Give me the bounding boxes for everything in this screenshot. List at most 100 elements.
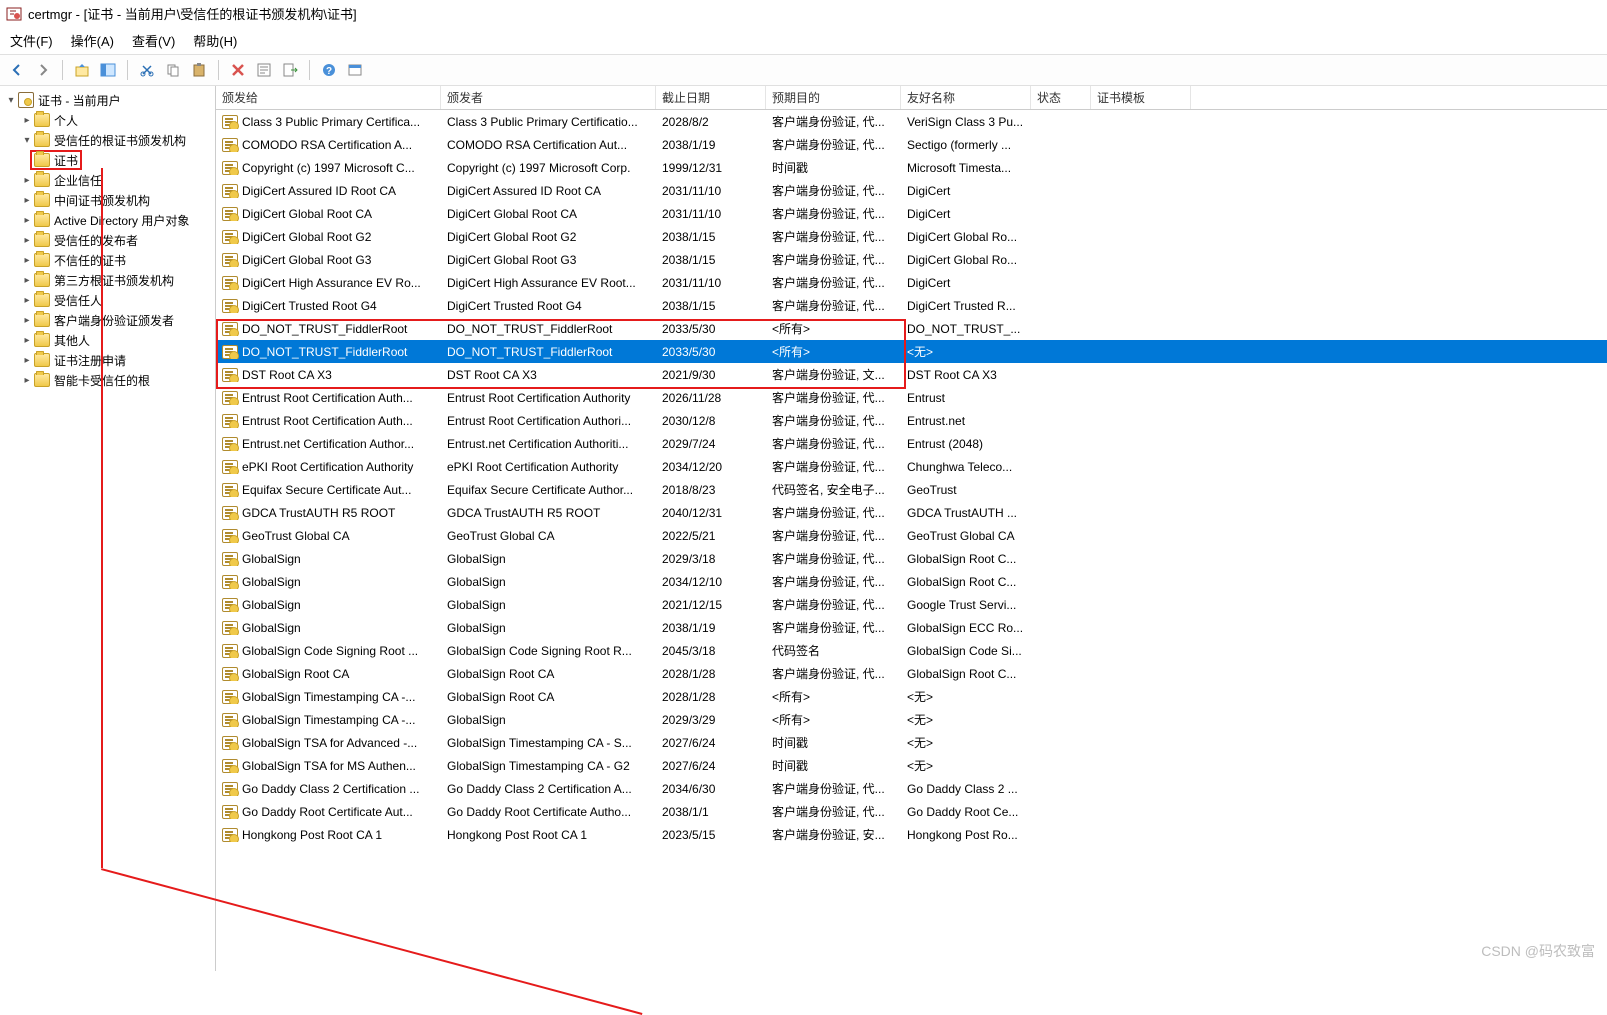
tree-item[interactable]: ▾ 受信任的根证书颁发机构	[0, 130, 215, 150]
tree-item[interactable]: ▸受信任人	[0, 290, 215, 310]
table-row[interactable]: DigiCert High Assurance EV Ro...DigiCert…	[216, 271, 1607, 294]
cut-button[interactable]	[136, 59, 158, 81]
tree-item[interactable]: ▾证书 - 当前用户	[0, 90, 215, 110]
tree-item[interactable]: ▸受信任的发布者	[0, 230, 215, 250]
tree-twisty[interactable]: ▸	[20, 315, 34, 326]
table-row[interactable]: Go Daddy Root Certificate Aut...Go Daddy…	[216, 800, 1607, 823]
cell: GlobalSign Root CA	[441, 690, 656, 704]
tree-item[interactable]: ▸个人	[0, 110, 215, 130]
table-row[interactable]: Hongkong Post Root CA 1Hongkong Post Roo…	[216, 823, 1607, 846]
table-row[interactable]: GlobalSignGlobalSign2038/1/19客户端身份验证, 代.…	[216, 616, 1607, 639]
tree-item[interactable]: ▸第三方根证书颁发机构	[0, 270, 215, 290]
tree-item-selected[interactable]: 证书	[30, 150, 82, 170]
export-button[interactable]	[279, 59, 301, 81]
table-row[interactable]: DO_NOT_TRUST_FiddlerRootDO_NOT_TRUST_Fid…	[216, 340, 1607, 363]
nav-back-button[interactable]	[6, 59, 28, 81]
table-row[interactable]: GlobalSignGlobalSign2021/12/15客户端身份验证, 代…	[216, 593, 1607, 616]
menu-file[interactable]: 文件(F)	[10, 31, 53, 50]
table-row[interactable]: DO_NOT_TRUST_FiddlerRootDO_NOT_TRUST_Fid…	[216, 317, 1607, 340]
col-expiry[interactable]: 截止日期	[656, 86, 766, 109]
list-panel[interactable]: 颁发给 颁发者 截止日期 预期目的 友好名称 状态 证书模板 Class 3 P…	[216, 86, 1607, 971]
table-row[interactable]: GlobalSign Code Signing Root ...GlobalSi…	[216, 639, 1607, 662]
table-row[interactable]: DigiCert Global Root CADigiCert Global R…	[216, 202, 1607, 225]
tree-item[interactable]: ▸企业信任	[0, 170, 215, 190]
tree-item-label: 其他人	[54, 332, 90, 349]
tree-panel[interactable]: ▾证书 - 当前用户▸个人 ▾ 受信任的根证书颁发机构证书▸企业信任▸中间证书颁发机…	[0, 86, 216, 971]
certificate-icon	[222, 644, 238, 658]
tree-twisty[interactable]: ▸	[20, 375, 34, 386]
tree-twisty[interactable]: ▾	[4, 95, 18, 106]
table-row[interactable]: DigiCert Global Root G2DigiCert Global R…	[216, 225, 1607, 248]
menu-action[interactable]: 操作(A)	[71, 31, 114, 50]
table-row[interactable]: GlobalSign Root CAGlobalSign Root CA2028…	[216, 662, 1607, 685]
nav-forward-button[interactable]	[32, 59, 54, 81]
cell: Class 3 Public Primary Certificatio...	[441, 115, 656, 129]
table-row[interactable]: DigiCert Trusted Root G4DigiCert Trusted…	[216, 294, 1607, 317]
tree-twisty[interactable]: ▸	[20, 215, 34, 226]
table-row[interactable]: Go Daddy Class 2 Certification ...Go Dad…	[216, 777, 1607, 800]
tree-item-label: 证书	[54, 152, 78, 169]
menu-view[interactable]: 查看(V)	[132, 31, 175, 50]
cell: 2018/8/23	[656, 483, 766, 497]
tree-twisty[interactable]: ▸	[20, 195, 34, 206]
table-row[interactable]: DigiCert Global Root G3DigiCert Global R…	[216, 248, 1607, 271]
table-row[interactable]: Entrust Root Certification Auth...Entrus…	[216, 409, 1607, 432]
table-row[interactable]: Entrust.net Certification Author...Entru…	[216, 432, 1607, 455]
table-row[interactable]: GDCA TrustAUTH R5 ROOTGDCA TrustAUTH R5 …	[216, 501, 1607, 524]
tree-twisty[interactable]: ▸	[20, 355, 34, 366]
tree-item-label: 受信任的根证书颁发机构	[54, 132, 186, 149]
tree-twisty[interactable]: ▾	[20, 135, 34, 146]
delete-button[interactable]	[227, 59, 249, 81]
table-row[interactable]: GeoTrust Global CAGeoTrust Global CA2022…	[216, 524, 1607, 547]
cell: Chunghwa Teleco...	[901, 460, 1031, 474]
tree-item[interactable]: ▸不信任的证书	[0, 250, 215, 270]
up-button[interactable]	[71, 59, 93, 81]
cell: GlobalSign Root CA	[441, 667, 656, 681]
tree-twisty[interactable]: ▸	[20, 255, 34, 266]
table-row[interactable]: GlobalSignGlobalSign2034/12/10客户端身份验证, 代…	[216, 570, 1607, 593]
table-row[interactable]: GlobalSign TSA for Advanced -...GlobalSi…	[216, 731, 1607, 754]
table-row[interactable]: ePKI Root Certification AuthorityePKI Ro…	[216, 455, 1607, 478]
tree-item[interactable]: ▸智能卡受信任的根	[0, 370, 215, 390]
certificate-icon	[222, 575, 238, 589]
show-hide-tree-button[interactable]	[97, 59, 119, 81]
table-row[interactable]: DigiCert Assured ID Root CADigiCert Assu…	[216, 179, 1607, 202]
col-status[interactable]: 状态	[1031, 86, 1091, 109]
tree-item[interactable]: ▸证书注册申请	[0, 350, 215, 370]
table-row[interactable]: GlobalSign Timestamping CA -...GlobalSig…	[216, 708, 1607, 731]
window-title: certmgr - [证书 - 当前用户\受信任的根证书颁发机构\证书]	[28, 4, 357, 23]
tree-item[interactable]: ▸ 其他人	[0, 330, 215, 350]
col-issued-by[interactable]: 颁发者	[441, 86, 656, 109]
copy-button[interactable]	[162, 59, 184, 81]
tree-item[interactable]: ▸中间证书颁发机构	[0, 190, 215, 210]
options-button[interactable]	[344, 59, 366, 81]
table-row[interactable]: Equifax Secure Certificate Aut...Equifax…	[216, 478, 1607, 501]
table-row[interactable]: GlobalSign TSA for MS Authen...GlobalSig…	[216, 754, 1607, 777]
tree-twisty[interactable]: ▸	[20, 275, 34, 286]
tree-item[interactable]: ▸Active Directory 用户对象	[0, 210, 215, 230]
col-purpose[interactable]: 预期目的	[766, 86, 901, 109]
menu-help[interactable]: 帮助(H)	[193, 31, 237, 50]
table-row[interactable]: DST Root CA X3DST Root CA X32021/9/30客户端…	[216, 363, 1607, 386]
tree-twisty[interactable]: ▸	[20, 235, 34, 246]
table-row[interactable]: GlobalSignGlobalSign2029/3/18客户端身份验证, 代.…	[216, 547, 1607, 570]
tree-twisty[interactable]: ▸	[20, 335, 34, 346]
tree-item[interactable]: ▸客户端身份验证颁发者	[0, 310, 215, 330]
col-friendly[interactable]: 友好名称	[901, 86, 1031, 109]
paste-button[interactable]	[188, 59, 210, 81]
cell: GlobalSign	[216, 621, 441, 635]
help-button[interactable]: ?	[318, 59, 340, 81]
col-issued-to[interactable]: 颁发给	[216, 86, 441, 109]
col-template[interactable]: 证书模板	[1091, 86, 1191, 109]
tree-twisty[interactable]: ▸	[20, 295, 34, 306]
table-row[interactable]: Copyright (c) 1997 Microsoft C...Copyrig…	[216, 156, 1607, 179]
table-row[interactable]: Entrust Root Certification Auth...Entrus…	[216, 386, 1607, 409]
properties-button[interactable]	[253, 59, 275, 81]
cell: DigiCert	[901, 276, 1031, 290]
table-row[interactable]: GlobalSign Timestamping CA -...GlobalSig…	[216, 685, 1607, 708]
tree-twisty[interactable]: ▸	[20, 115, 34, 126]
cell: DigiCert Trusted Root G4	[216, 299, 441, 313]
table-row[interactable]: Class 3 Public Primary Certifica...Class…	[216, 110, 1607, 133]
tree-twisty[interactable]: ▸	[20, 175, 34, 186]
table-row[interactable]: COMODO RSA Certification A...COMODO RSA …	[216, 133, 1607, 156]
